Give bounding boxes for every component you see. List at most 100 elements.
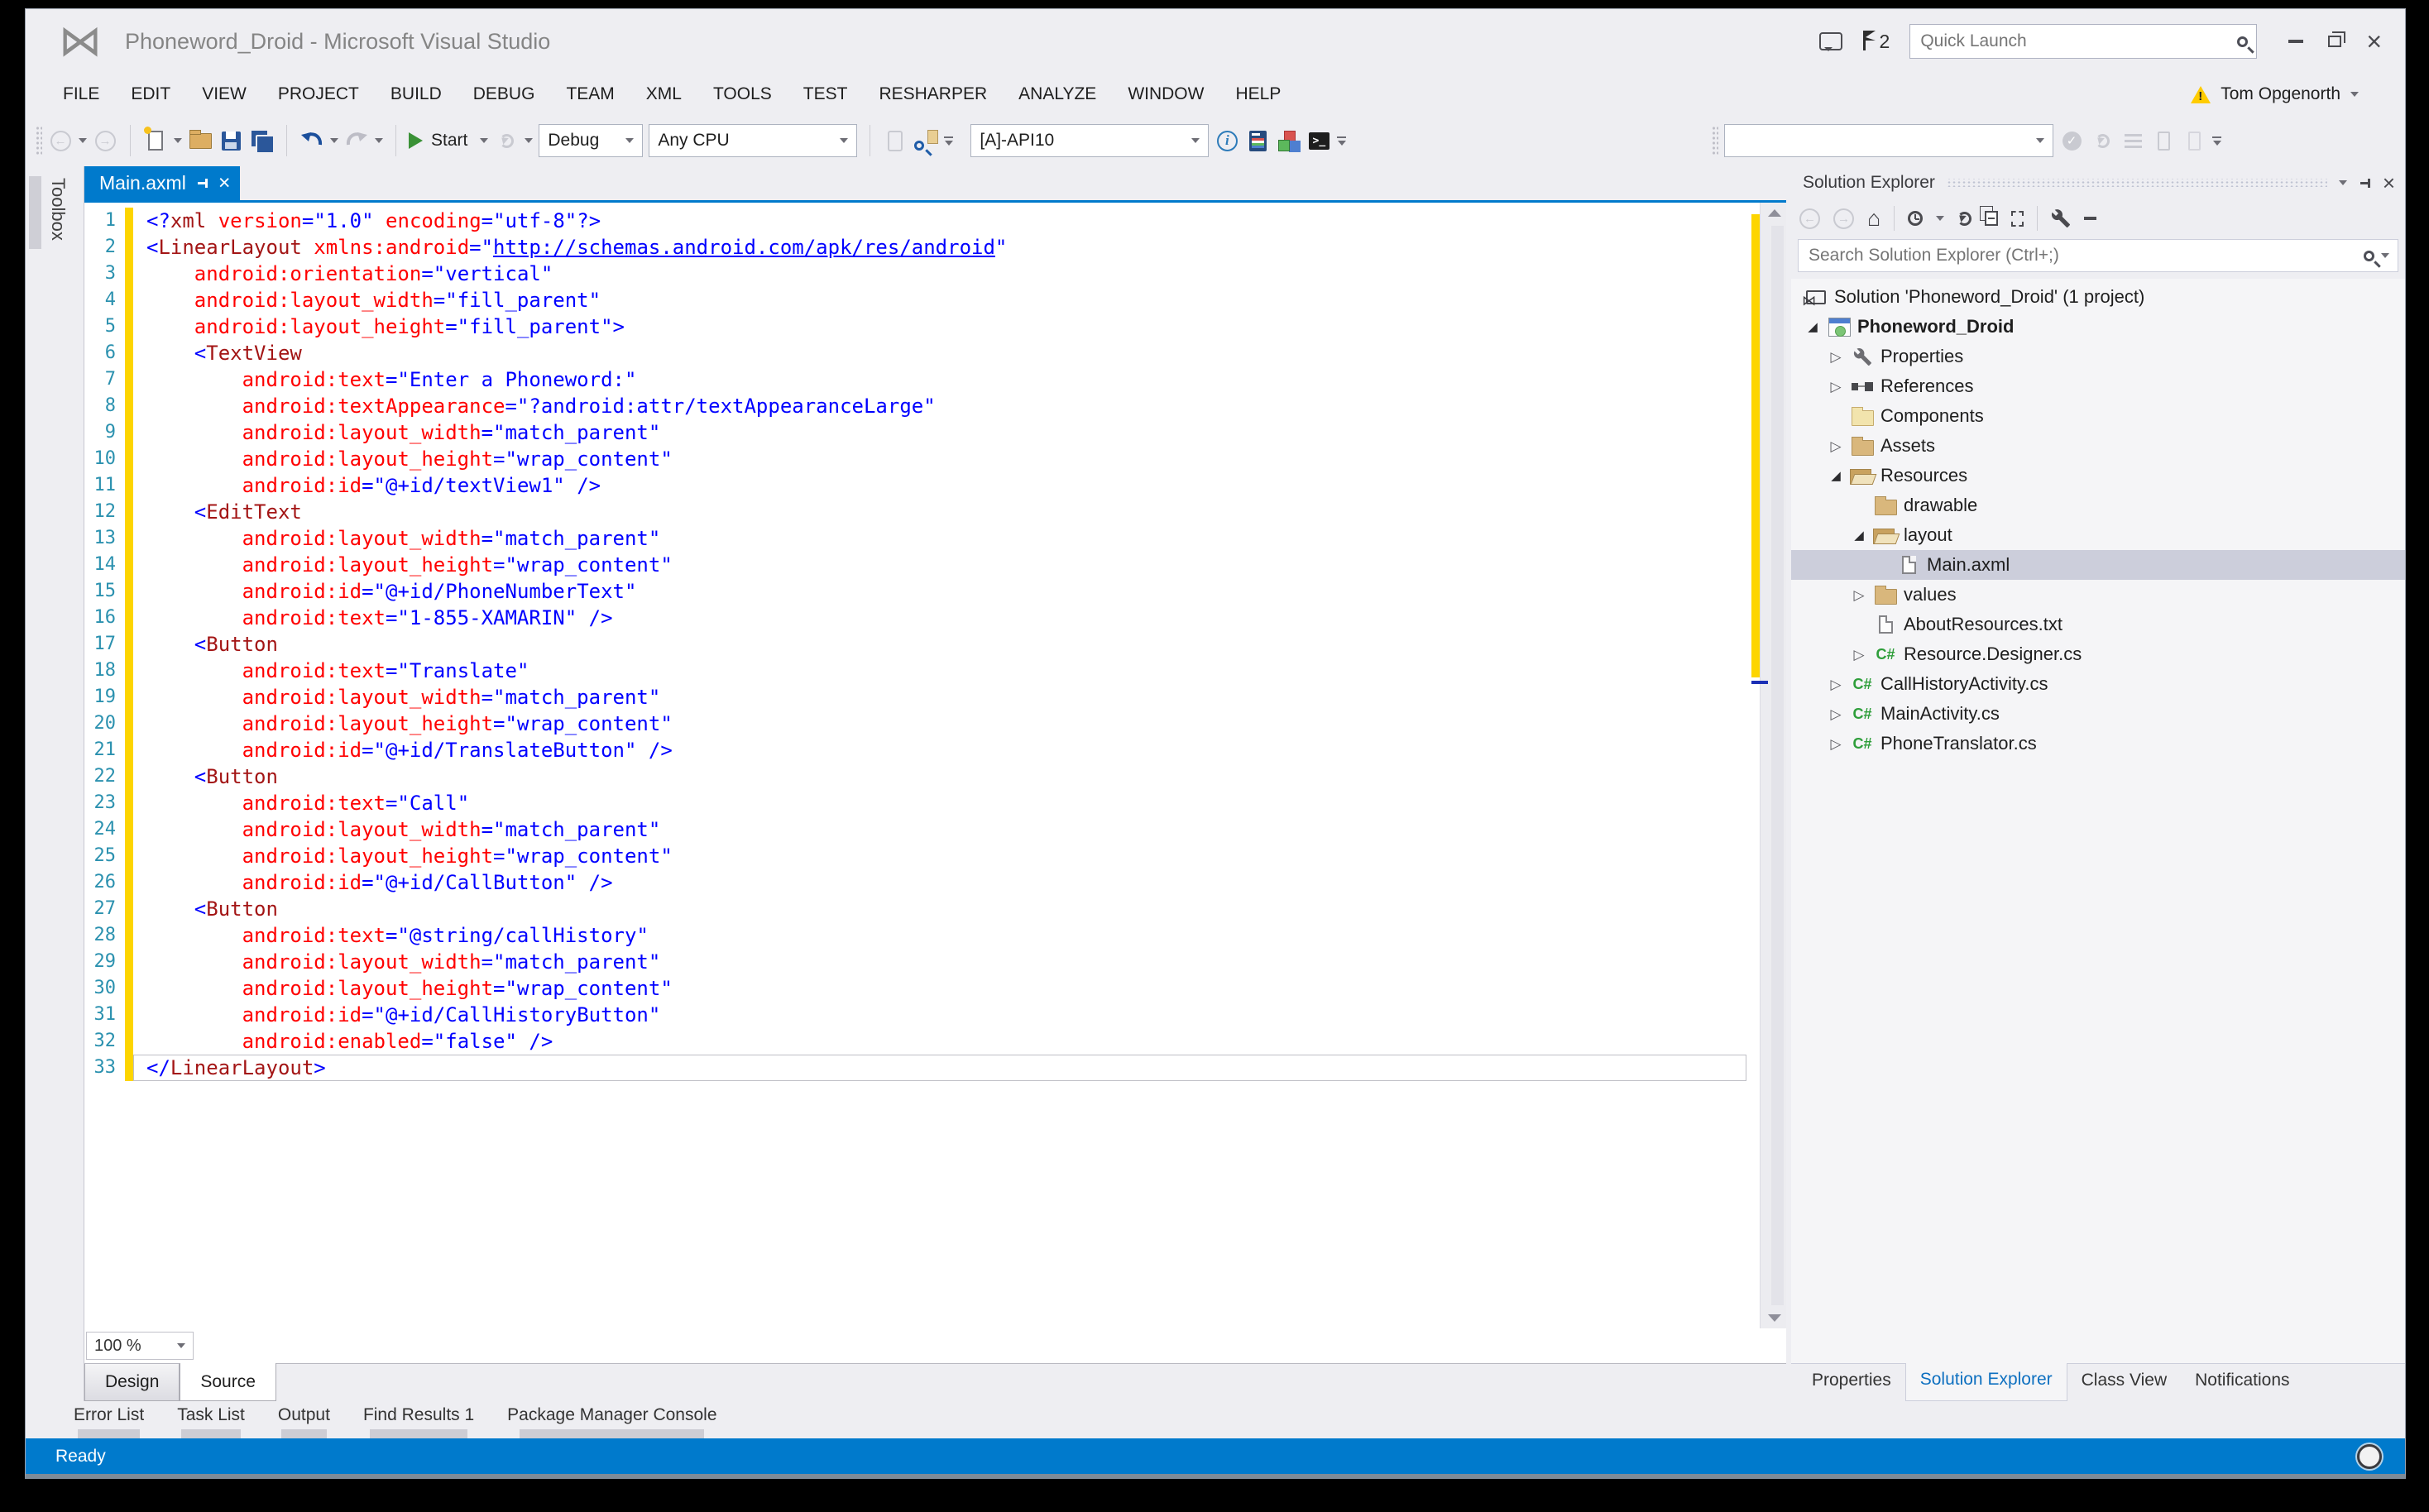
code-line-29[interactable]: 29 android:layout_width="match_parent" <box>84 949 1786 975</box>
code-line-9[interactable]: 9 android:layout_width="match_parent" <box>84 419 1786 446</box>
restore-button[interactable] <box>2328 36 2341 47</box>
code-line-7[interactable]: 7 android:text="Enter a Phoneword:" <box>84 366 1786 393</box>
expander-collapsed-icon[interactable]: ▷ <box>1824 350 1847 364</box>
code-line-27[interactable]: 27 <Button <box>84 896 1786 922</box>
tree-item-resource-designer-cs[interactable]: ▷C#Resource.Designer.cs <box>1791 639 2405 669</box>
redo-dropdown-icon[interactable] <box>375 138 383 143</box>
tree-item-solution-phoneword-droid-1-project[interactable]: ⋈Solution 'Phoneword_Droid' (1 project) <box>1791 282 2405 312</box>
menu-project[interactable]: PROJECT <box>262 79 375 109</box>
tree-item-mainactivity-cs[interactable]: ▷C#MainActivity.cs <box>1791 699 2405 729</box>
expander-collapsed-icon[interactable]: ▷ <box>1824 380 1847 394</box>
code-area[interactable]: 1<?xml version="1.0" encoding="utf-8"?> 2… <box>84 203 1786 1328</box>
pending-changes-filter-icon[interactable] <box>1908 211 1923 226</box>
tree-item-assets[interactable]: ▷Assets <box>1791 431 2405 461</box>
user-account-menu[interactable]: ! Tom Opgenorth <box>2191 84 2359 104</box>
menu-help[interactable]: HELP <box>1219 79 1296 109</box>
panel-tab-solution-explorer[interactable]: Solution Explorer <box>1905 1363 2067 1401</box>
panel-tab-properties[interactable]: Properties <box>1798 1364 1905 1401</box>
tree-item-aboutresources-txt[interactable]: AboutResources.txt <box>1791 610 2405 639</box>
code-line-33[interactable]: 33</LinearLayout> <box>84 1055 1786 1081</box>
menu-file[interactable]: FILE <box>47 79 115 109</box>
tree-item-main-axml[interactable]: Main.axml <box>1791 550 2405 580</box>
source-control-select[interactable] <box>1724 124 2053 157</box>
code-line-1[interactable]: 1<?xml version="1.0" encoding="utf-8"?> <box>84 208 1786 234</box>
expander-collapsed-icon[interactable]: ▷ <box>1824 677 1847 691</box>
code-line-11[interactable]: 11 android:id="@+id/textView1" /> <box>84 472 1786 499</box>
autohide-tab-package-manager-console[interactable]: Package Manager Console <box>507 1401 716 1438</box>
code-line-19[interactable]: 19 android:layout_width="match_parent" <box>84 684 1786 711</box>
scrollbar-track[interactable] <box>1760 203 1786 1328</box>
expander-expanded-icon[interactable]: ◢ <box>1847 529 1871 542</box>
filter-dropdown-icon[interactable] <box>1936 216 1944 221</box>
menu-xml[interactable]: XML <box>630 79 697 109</box>
refresh-icon[interactable] <box>1957 212 1971 226</box>
device-button-disabled[interactable] <box>2182 126 2206 156</box>
preview-selected-item-icon[interactable] <box>2084 217 2096 220</box>
menu-team[interactable]: TEAM <box>550 79 630 109</box>
attach-to-process-button[interactable] <box>883 126 908 156</box>
find-in-files-button[interactable] <box>913 126 938 156</box>
navigate-back-dropdown-icon[interactable] <box>79 138 87 143</box>
autohide-tab-output[interactable]: Output <box>278 1401 330 1438</box>
tree-item-layout[interactable]: ◢layout <box>1791 520 2405 550</box>
code-line-28[interactable]: 28 android:text="@string/callHistory" <box>84 922 1786 949</box>
window-position-menu-icon[interactable] <box>2339 180 2347 185</box>
code-line-16[interactable]: 16 android:text="1-855-XAMARIN" /> <box>84 605 1786 631</box>
document-tab-main-axml[interactable]: Main.axml × <box>84 166 240 200</box>
menu-test[interactable]: TEST <box>788 79 864 109</box>
code-line-4[interactable]: 4 android:layout_width="fill_parent" <box>84 287 1786 313</box>
check-in-button-disabled[interactable]: ✓ <box>2059 126 2084 156</box>
changes-list-button-disabled[interactable] <box>2120 126 2145 156</box>
code-line-6[interactable]: 6 <TextView <box>84 340 1786 366</box>
close-button[interactable]: × <box>2366 28 2382 55</box>
expander-collapsed-icon[interactable]: ▷ <box>1847 588 1871 602</box>
save-all-button[interactable] <box>249 126 274 156</box>
start-debug-button[interactable]: Start <box>409 126 474 156</box>
pin-icon[interactable] <box>196 176 208 190</box>
pin-icon[interactable] <box>2359 176 2371 190</box>
device-button-disabled[interactable] <box>2151 126 2176 156</box>
restart-dropdown-icon[interactable] <box>525 138 533 143</box>
tree-item-phoneword-droid[interactable]: ◢Phoneword_Droid <box>1791 312 2405 342</box>
tree-item-resources[interactable]: ◢Resources <box>1791 461 2405 490</box>
tree-item-components[interactable]: Components <box>1791 401 2405 431</box>
expander-collapsed-icon[interactable]: ▷ <box>1847 648 1871 662</box>
code-line-30[interactable]: 30 android:layout_height="wrap_content" <box>84 975 1786 1002</box>
code-line-12[interactable]: 12 <EditText <box>84 499 1786 525</box>
code-line-21[interactable]: 21 android:id="@+id/TranslateButton" /> <box>84 737 1786 763</box>
code-line-13[interactable]: 13 android:layout_width="match_parent" <box>84 525 1786 552</box>
properties-wrench-icon[interactable] <box>2051 208 2071 228</box>
code-line-8[interactable]: 8 android:textAppearance="?android:attr/… <box>84 393 1786 419</box>
autohide-tab-find-results-1[interactable]: Find Results 1 <box>363 1401 474 1438</box>
new-file-button[interactable] <box>143 126 168 156</box>
scroll-down-icon[interactable] <box>1768 1314 1781 1322</box>
code-line-18[interactable]: 18 android:text="Translate" <box>84 658 1786 684</box>
back-button-disabled[interactable]: ← <box>1799 208 1820 229</box>
toolbar-overflow-button[interactable] <box>944 136 953 146</box>
tree-item-phonetranslator-cs[interactable]: ▷C#PhoneTranslator.cs <box>1791 729 2405 758</box>
code-line-31[interactable]: 31 android:id="@+id/CallHistoryButton" <box>84 1002 1786 1028</box>
minimize-button[interactable] <box>2288 40 2303 43</box>
expander-collapsed-icon[interactable]: ▷ <box>1824 737 1847 751</box>
tree-item-drawable[interactable]: drawable <box>1791 490 2405 520</box>
close-icon[interactable]: × <box>218 173 231 194</box>
view-tab-design[interactable]: Design <box>84 1364 180 1401</box>
navigate-forward-button[interactable]: → <box>93 126 117 156</box>
code-line-23[interactable]: 23 android:text="Call" <box>84 790 1786 816</box>
menu-build[interactable]: BUILD <box>375 79 458 109</box>
toolbar-overflow-button[interactable] <box>2212 136 2221 146</box>
sync-button-disabled[interactable] <box>2090 126 2115 156</box>
show-all-files-icon[interactable] <box>2011 211 2024 227</box>
menu-edit[interactable]: EDIT <box>115 79 186 109</box>
quick-launch-input[interactable] <box>1919 31 2237 52</box>
menu-debug[interactable]: DEBUG <box>458 79 551 109</box>
tree-item-references[interactable]: ▷References <box>1791 371 2405 401</box>
code-line-3[interactable]: 3 android:orientation="vertical" <box>84 261 1786 287</box>
close-icon[interactable]: × <box>2383 172 2395 194</box>
solution-platform-select[interactable]: Any CPU <box>649 124 857 157</box>
save-button[interactable] <box>218 126 243 156</box>
status-feedback-indicator[interactable] <box>2357 1444 2382 1469</box>
forward-button-disabled[interactable]: → <box>1833 208 1854 229</box>
home-icon[interactable]: ⌂ <box>1867 208 1880 230</box>
code-line-5[interactable]: 5 android:layout_height="fill_parent"> <box>84 313 1786 340</box>
